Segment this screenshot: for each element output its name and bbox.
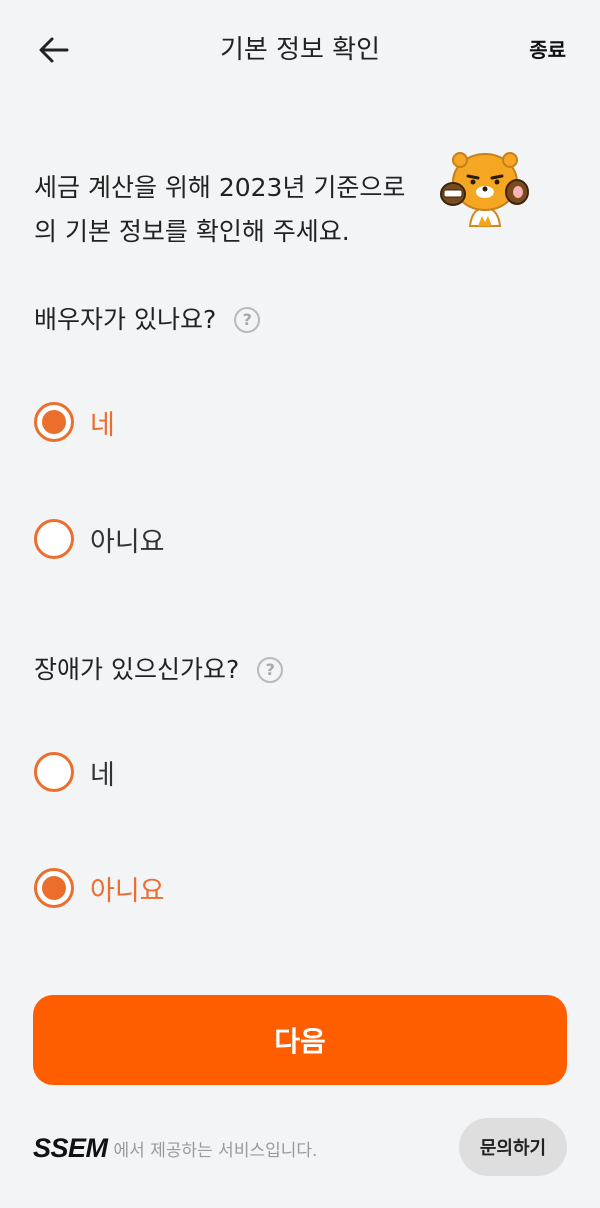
option-label: 아니요 [90,526,165,558]
radio-selected-icon[interactable] [34,868,74,908]
footer: SSEM 에서 제공하는 서비스입니다. [33,1120,317,1176]
question-spouse: 배우자가 있나요? ? [34,300,261,340]
question-disability: 장애가 있으신가요? ? [34,650,284,690]
radio-unselected-icon[interactable] [34,752,74,792]
contact-button[interactable]: 문의하기 [459,1118,567,1176]
spouse-option-no[interactable]: 아니요 [34,517,165,561]
disability-option-yes[interactable]: 네 [34,750,115,794]
next-button[interactable]: 다음 [33,995,567,1085]
question-circle-icon[interactable]: ? [234,307,261,333]
header-bar: 기본 정보 확인 종료 [0,0,600,100]
radio-unselected-icon[interactable] [34,519,74,559]
footer-text: 에서 제공하는 서비스입니다. [113,1140,318,1161]
intro-line2: 의 기본 정보를 확인해 주세요. [34,217,350,246]
question-circle-icon[interactable]: ? [257,657,284,683]
intro-line1-start: 세금 계산을 위해 2023년 기준으로 [34,173,414,202]
question-disability-text: 장애가 있으신가요? [34,655,240,684]
close-button[interactable]: 종료 [529,34,566,66]
disability-option-no[interactable]: 아니요 [34,866,165,910]
radio-selected-icon[interactable] [34,402,74,442]
page-title: 기본 정보 확인 [219,35,381,65]
ssem-logo: SSEM [33,1132,108,1163]
lion-mascot-icon [440,152,529,227]
question-spouse-text: 배우자가 있나요? [34,305,217,334]
option-label: 아니요 [90,875,165,907]
option-label: 네 [90,409,115,441]
option-label: 네 [90,759,115,791]
spouse-option-yes[interactable]: 네 [34,400,115,444]
